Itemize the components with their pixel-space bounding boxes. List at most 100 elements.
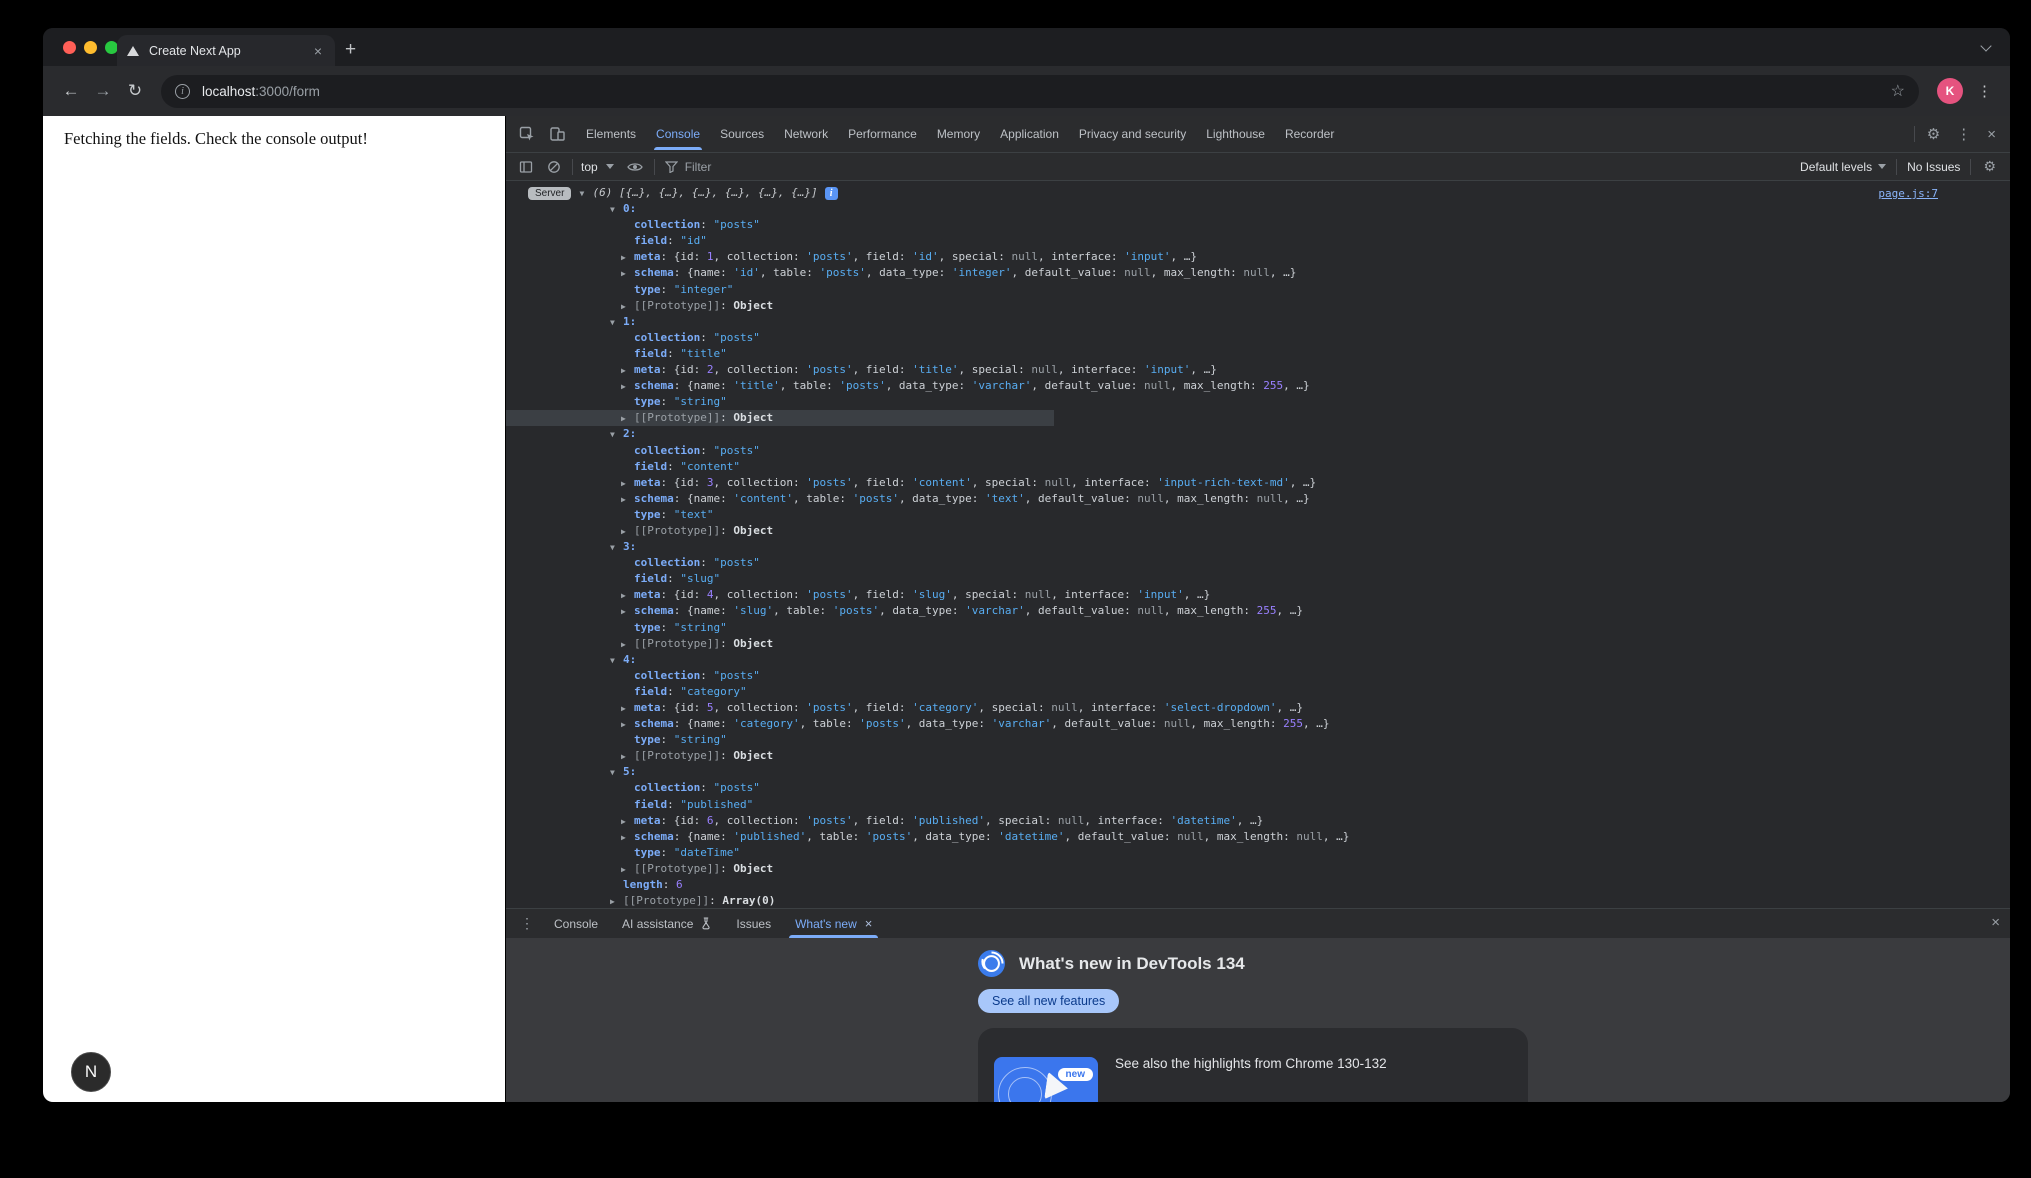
console-line[interactable]: ▶meta: {id: 1, collection: 'posts', fiel…	[506, 249, 2010, 265]
console-line[interactable]: ▶schema: {name: 'category', table: 'post…	[506, 716, 2010, 732]
console-line[interactable]: ▶schema: {name: 'title', table: 'posts',…	[506, 378, 2010, 394]
context-selector[interactable]: top	[581, 160, 598, 174]
console-line[interactable]: ▼5:	[506, 764, 2010, 780]
disclosure-arrow-icon[interactable]: ▶	[621, 717, 634, 733]
drawer-tab-console[interactable]: Console	[542, 909, 610, 938]
drawer-tab-issues[interactable]: Issues	[724, 909, 783, 938]
new-tab-button[interactable]: +	[345, 36, 356, 64]
console-line[interactable]: ▶meta: {id: 3, collection: 'posts', fiel…	[506, 475, 2010, 491]
disclosure-arrow-icon[interactable]: ▶	[621, 492, 634, 508]
console-line[interactable]: ▼3:	[506, 539, 2010, 555]
disclosure-arrow-icon[interactable]: ▼	[610, 765, 623, 781]
console-line[interactable]: ▶[[Prototype]]: Array(0)	[506, 893, 2010, 908]
disclosure-arrow-icon[interactable]: ▶	[621, 266, 634, 282]
chevron-down-icon[interactable]	[1980, 40, 1991, 51]
inspect-element-icon[interactable]	[512, 126, 542, 142]
tab-memory[interactable]: Memory	[927, 116, 990, 152]
tab-elements[interactable]: Elements	[576, 116, 646, 152]
url-text[interactable]: localhost:3000/form	[202, 84, 320, 99]
console-line[interactable]: ▼2:	[506, 426, 2010, 442]
disclosure-arrow-icon[interactable]: ▼	[610, 653, 623, 669]
clear-console-icon[interactable]	[540, 160, 568, 174]
eye-icon[interactable]	[620, 161, 650, 173]
console-line[interactable]: ▶meta: {id: 6, collection: 'posts', fiel…	[506, 813, 2010, 829]
tab-recorder[interactable]: Recorder	[1275, 116, 1344, 152]
devtools-menu-icon[interactable]: ⋮	[1948, 125, 1979, 143]
bookmark-star-icon[interactable]: ☆	[1891, 81, 1905, 101]
console-line[interactable]: Server▼(6) [{…}, {…}, {…}, {…}, {…}, {…}…	[506, 185, 2010, 201]
log-levels-selector[interactable]: Default levels	[1800, 160, 1872, 174]
drawer-tab-what-s-new[interactable]: What's new×	[783, 909, 884, 938]
disclosure-arrow-icon[interactable]: ▶	[621, 250, 634, 266]
console-filter-input[interactable]: Filter	[665, 160, 1800, 174]
console-line[interactable]: ▶[[Prototype]]: Object	[506, 410, 1054, 426]
drawer-tab-close-icon[interactable]: ×	[865, 916, 873, 931]
disclosure-arrow-icon[interactable]: ▼	[610, 540, 623, 556]
disclosure-arrow-icon[interactable]: ▶	[621, 411, 634, 427]
forward-button[interactable]: →	[87, 75, 119, 107]
console-sidebar-icon[interactable]	[512, 160, 540, 174]
console-line[interactable]: ▶meta: {id: 5, collection: 'posts', fiel…	[506, 700, 2010, 716]
console-line[interactable]: ▶schema: {name: 'content', table: 'posts…	[506, 491, 2010, 507]
tab-application[interactable]: Application	[990, 116, 1069, 152]
disclosure-arrow-icon[interactable]: ▼	[610, 427, 623, 443]
console-line[interactable]: ▶schema: {name: 'published', table: 'pos…	[506, 829, 2010, 845]
tab-network[interactable]: Network	[774, 116, 838, 152]
browser-tab[interactable]: Create Next App ×	[117, 35, 335, 66]
console-line[interactable]: ▶meta: {id: 2, collection: 'posts', fiel…	[506, 362, 2010, 378]
disclosure-arrow-icon[interactable]: ▶	[610, 894, 623, 908]
tab-sources[interactable]: Sources	[710, 116, 774, 152]
disclosure-arrow-icon[interactable]: ▼	[610, 202, 623, 218]
console-line[interactable]: ▶[[Prototype]]: Object	[506, 636, 2010, 652]
drawer-tab-ai-assistance[interactable]: AI assistance	[610, 909, 724, 938]
site-info-icon[interactable]: i	[175, 84, 190, 99]
tab-performance[interactable]: Performance	[838, 116, 927, 152]
drawer-menu-icon[interactable]: ⋮	[512, 915, 542, 932]
disclosure-arrow-icon[interactable]: ▶	[621, 379, 634, 395]
reload-button[interactable]: ↻	[119, 75, 151, 107]
tab-close-icon[interactable]: ×	[311, 43, 325, 59]
source-link[interactable]: page.js:7	[1878, 186, 1938, 202]
browser-menu-icon[interactable]: ⋮	[1971, 82, 1998, 100]
disclosure-arrow-icon[interactable]: ▶	[621, 701, 634, 717]
close-window-button[interactable]	[63, 41, 76, 54]
tab-lighthouse[interactable]: Lighthouse	[1196, 116, 1275, 152]
console-line[interactable]: ▶[[Prototype]]: Object	[506, 523, 2010, 539]
tab-console[interactable]: Console	[646, 116, 710, 152]
tab-privacy-and-security[interactable]: Privacy and security	[1069, 116, 1196, 152]
console-line[interactable]: ▼4:	[506, 652, 2010, 668]
disclosure-arrow-icon[interactable]: ▶	[621, 524, 634, 540]
disclosure-arrow-icon[interactable]: ▼	[610, 315, 623, 331]
disclosure-arrow-icon[interactable]: ▶	[621, 830, 634, 846]
disclosure-arrow-icon[interactable]: ▶	[621, 862, 634, 878]
devtools-close-icon[interactable]: ×	[1979, 126, 2004, 143]
back-button[interactable]: ←	[55, 75, 87, 107]
console-line[interactable]: ▼1:	[506, 314, 2010, 330]
highlights-card[interactable]: new See also the highlights from Chrome …	[978, 1028, 1528, 1102]
settings-gear-icon[interactable]: ⚙	[1919, 125, 1948, 143]
console-line[interactable]: ▶[[Prototype]]: Object	[506, 298, 2010, 314]
disclosure-arrow-icon[interactable]: ▶	[621, 749, 634, 765]
disclosure-arrow-icon[interactable]: ▶	[621, 604, 634, 620]
console-line[interactable]: ▼0:	[506, 201, 2010, 217]
disclosure-arrow-icon[interactable]: ▶	[621, 476, 634, 492]
levels-dropdown-icon[interactable]	[1878, 164, 1886, 169]
console-line[interactable]: ▶[[Prototype]]: Object	[506, 748, 2010, 764]
console-line[interactable]: ▶schema: {name: 'slug', table: 'posts', …	[506, 603, 2010, 619]
disclosure-arrow-icon[interactable]: ▶	[621, 637, 634, 653]
disclosure-arrow-icon[interactable]: ▼	[579, 186, 592, 202]
context-dropdown-icon[interactable]	[606, 164, 614, 169]
console-line[interactable]: ▶meta: {id: 4, collection: 'posts', fiel…	[506, 587, 2010, 603]
disclosure-arrow-icon[interactable]: ▶	[621, 299, 634, 315]
disclosure-arrow-icon[interactable]: ▶	[621, 814, 634, 830]
disclosure-arrow-icon[interactable]: ▶	[621, 363, 634, 379]
console-settings-gear-icon[interactable]: ⚙	[1975, 158, 2004, 175]
device-toolbar-icon[interactable]	[542, 126, 572, 142]
drawer-close-icon[interactable]: ×	[1991, 914, 2000, 931]
minimize-window-button[interactable]	[84, 41, 97, 54]
see-all-features-button[interactable]: See all new features	[978, 989, 1119, 1013]
console-line[interactable]: ▶schema: {name: 'id', table: 'posts', da…	[506, 265, 2010, 281]
disclosure-arrow-icon[interactable]: ▶	[621, 588, 634, 604]
profile-avatar[interactable]: K	[1937, 78, 1963, 104]
address-bar[interactable]: i localhost:3000/form ☆	[161, 75, 1919, 108]
